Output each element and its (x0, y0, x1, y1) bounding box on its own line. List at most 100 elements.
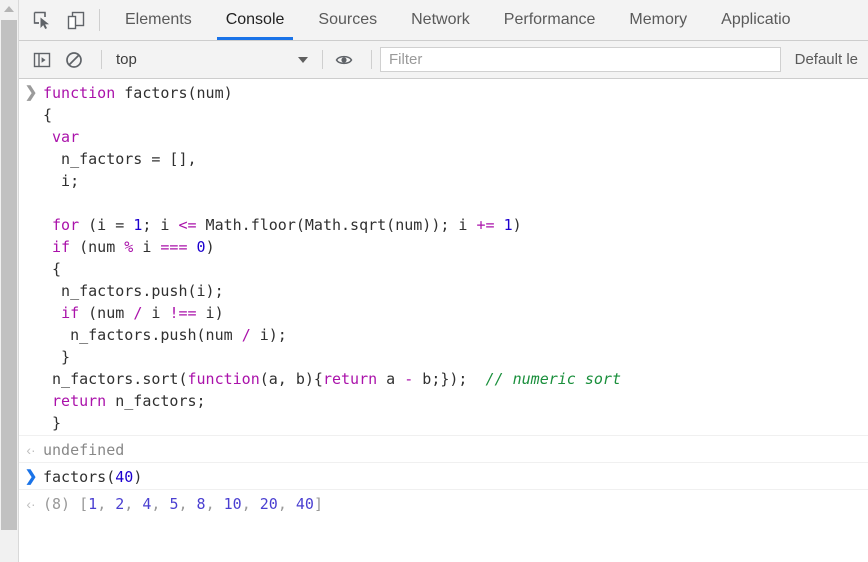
log-levels-dropdown[interactable]: Default le (781, 51, 868, 68)
code-token: a (377, 370, 405, 388)
array-separator: , (124, 495, 143, 513)
output-arrow-icon: ‹· (26, 442, 36, 458)
inspect-element-icon (33, 11, 49, 29)
code-token: (num (79, 304, 134, 322)
tab-list: Elements Console Sources Network Perform… (108, 0, 808, 40)
code-token: += (476, 216, 495, 234)
console-input-code: function factors(num) { var n_factors = … (43, 80, 868, 434)
page-scrollbar[interactable] (0, 0, 19, 562)
code-token: return (52, 392, 107, 410)
array-separator: , (151, 495, 170, 513)
array-separator: , (97, 495, 116, 513)
console-output-text: undefined (43, 441, 125, 459)
prompt-caret-icon: ❯ (24, 468, 38, 485)
clear-console-icon (66, 51, 82, 68)
filter-input[interactable] (380, 47, 781, 72)
execution-context-select[interactable]: top (110, 48, 314, 72)
device-toolbar-button[interactable] (63, 7, 89, 33)
code-token: ) (512, 216, 522, 234)
code-token: factors( (43, 468, 116, 486)
tab-sources[interactable]: Sources (301, 0, 394, 40)
console-input-code: factors(40) (43, 464, 868, 488)
tab-memory-label: Memory (629, 11, 688, 28)
array-close-bracket: ] (313, 495, 323, 513)
code-token: i); (250, 326, 287, 344)
tabbar-icon-group (19, 0, 89, 40)
code-token: (a, b){ (259, 370, 323, 388)
console-input-row[interactable]: ❯ factors(40) (19, 463, 868, 490)
code-token: for (52, 216, 80, 234)
inspect-element-button[interactable] (29, 7, 55, 33)
device-toolbar-icon (67, 11, 84, 29)
tab-elements[interactable]: Elements (108, 0, 209, 40)
code-token: if (61, 304, 80, 322)
tab-performance-label: Performance (503, 11, 596, 28)
code-token: return (322, 370, 378, 388)
tab-performance[interactable]: Performance (487, 0, 613, 40)
tab-network[interactable]: Network (394, 0, 487, 40)
code-token: n_factors.push(num (43, 326, 242, 344)
devtools-panel: Elements Console Sources Network Perform… (19, 0, 868, 562)
console-input-row[interactable]: ❯ function factors(num) { var n_factors =… (19, 79, 868, 436)
chevron-down-icon (298, 56, 308, 63)
triangle-up-icon (4, 6, 14, 12)
code-token: if (52, 238, 71, 256)
toolbar-divider-3 (371, 50, 372, 69)
live-expression-eye-icon (335, 55, 353, 64)
output-arrow-icon: ‹· (26, 496, 36, 512)
tab-memory[interactable]: Memory (612, 0, 704, 40)
array-separator: , (178, 495, 197, 513)
array-length-label: (8) (43, 495, 80, 513)
code-token: % (124, 238, 134, 256)
array-value: 1 (88, 495, 98, 513)
array-separator: , (205, 495, 224, 513)
code-token: / (241, 326, 251, 344)
code-token: function (43, 84, 125, 102)
console-output-array[interactable]: (8) [1, 2, 4, 5, 8, 10, 20, 40] (43, 491, 868, 515)
console-sidebar-toggle-button[interactable] (29, 47, 55, 73)
code-token: ) (205, 238, 215, 256)
array-separator: , (241, 495, 260, 513)
console-output-row[interactable]: ‹· (8) [1, 2, 4, 5, 8, 10, 20, 40] (19, 490, 868, 516)
console-output-row[interactable]: ‹· undefined (19, 436, 868, 463)
code-token: 1 (503, 216, 513, 234)
live-expression-button[interactable] (331, 47, 357, 73)
code-token: 40 (115, 468, 134, 486)
clear-console-button[interactable] (61, 47, 87, 73)
code-token: 1 (133, 216, 143, 234)
code-token: 0 (196, 238, 206, 256)
code-token: i) (196, 304, 224, 322)
code-token: b;}); (413, 370, 486, 388)
tab-network-label: Network (411, 11, 470, 28)
devtools-window: Elements Console Sources Network Perform… (0, 0, 868, 562)
console-sidebar-icon (33, 52, 51, 67)
code-token: === (160, 238, 188, 256)
code-token: n_factors.sort( (43, 370, 188, 388)
tab-application[interactable]: Applicatio (704, 0, 807, 40)
code-token: ) (133, 468, 143, 486)
tab-sources-label: Sources (318, 11, 378, 28)
console-message-list[interactable]: ❯ function factors(num) { var n_factors =… (19, 79, 868, 562)
code-token: } (43, 348, 71, 366)
execution-context-label: top (116, 51, 137, 68)
console-toolbar: top Default le (19, 41, 868, 79)
code-token: (i = (79, 216, 134, 234)
array-separator: , (277, 495, 296, 513)
tab-elements-label: Elements (125, 11, 192, 28)
code-token: - (404, 370, 414, 388)
code-token: { (43, 260, 62, 278)
array-value: 8 (196, 495, 206, 513)
scrollbar-up-arrow-button[interactable] (0, 0, 18, 18)
code-token: i (142, 304, 170, 322)
array-value: 10 (223, 495, 242, 513)
scrollbar-thumb[interactable] (1, 20, 17, 530)
tab-console[interactable]: Console (209, 0, 302, 40)
toolbar-divider-1 (101, 50, 102, 69)
code-token: i (133, 238, 161, 256)
